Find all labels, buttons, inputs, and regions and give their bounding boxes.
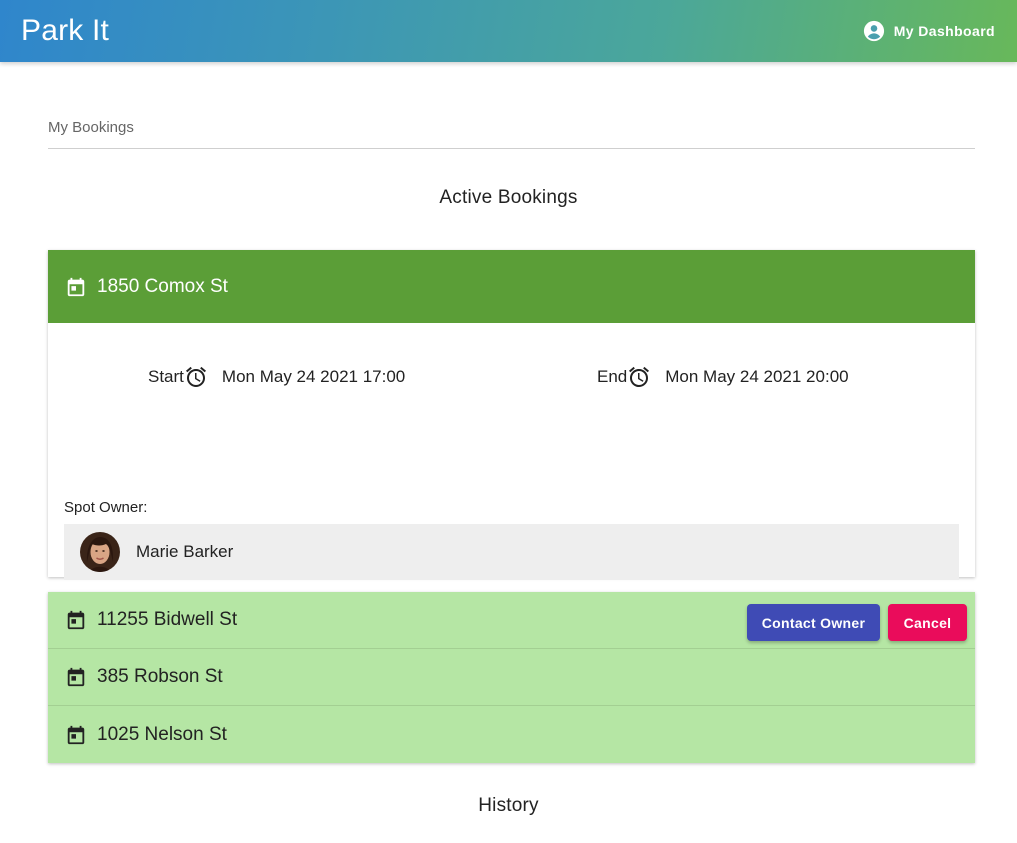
history-heading: History bbox=[478, 795, 539, 816]
cancel-booking-button[interactable]: Cancel bbox=[888, 604, 967, 641]
active-bookings-heading: Active Bookings bbox=[439, 187, 578, 208]
calendar-icon bbox=[67, 725, 85, 744]
booking-panel-expanded: 1850 Comox St Start Mon May 24 2021 17:0… bbox=[48, 250, 975, 641]
end-value: Mon May 24 2021 20:00 bbox=[665, 367, 849, 386]
bookings-accordion: 1850 Comox St Start Mon May 24 2021 17:0… bbox=[48, 250, 975, 763]
brand-title[interactable]: Park It bbox=[21, 14, 109, 48]
section-label: My Bookings bbox=[48, 119, 134, 136]
account-circle-icon bbox=[863, 20, 884, 42]
owner-avatar bbox=[80, 532, 120, 572]
calendar-icon bbox=[67, 277, 85, 296]
start-value: Mon May 24 2021 17:00 bbox=[221, 367, 406, 386]
alarm-icon bbox=[629, 366, 650, 387]
calendar-icon bbox=[67, 610, 85, 630]
spot-owner-card: Marie Barker bbox=[64, 524, 959, 580]
calendar-icon bbox=[67, 667, 85, 687]
booking-address: 11255 Bidwell St bbox=[97, 609, 238, 630]
alarm-icon bbox=[185, 366, 206, 387]
my-dashboard-button[interactable]: My Dashboard bbox=[863, 20, 995, 42]
end-time-row: End Mon May 24 2021 20:00 bbox=[597, 365, 849, 389]
booking-panel-header[interactable]: 1850 Comox St bbox=[48, 250, 975, 323]
booking-address: 1025 Nelson St bbox=[97, 723, 227, 745]
contact-owner-button[interactable]: Contact Owner bbox=[747, 604, 880, 641]
booking-item[interactable]: 385 Robson St bbox=[48, 649, 975, 706]
booking-item[interactable]: 1025 Nelson St bbox=[48, 706, 975, 763]
owner-name: Marie Barker bbox=[136, 542, 234, 561]
my-dashboard-label: My Dashboard bbox=[893, 23, 995, 39]
app-bar: Park It My Dashboard bbox=[0, 0, 1017, 62]
start-label: Start bbox=[148, 367, 184, 386]
booking-panel-body: Start Mon May 24 2021 17:00 End Mon May … bbox=[48, 323, 975, 641]
booking-address: 1850 Comox St bbox=[97, 275, 228, 297]
end-label: End bbox=[597, 367, 628, 386]
section-divider bbox=[48, 148, 975, 149]
start-time-row: Start Mon May 24 2021 17:00 bbox=[148, 365, 405, 389]
spot-owner-label: Spot Owner: bbox=[64, 499, 148, 516]
booking-address: 385 Robson St bbox=[97, 666, 223, 687]
